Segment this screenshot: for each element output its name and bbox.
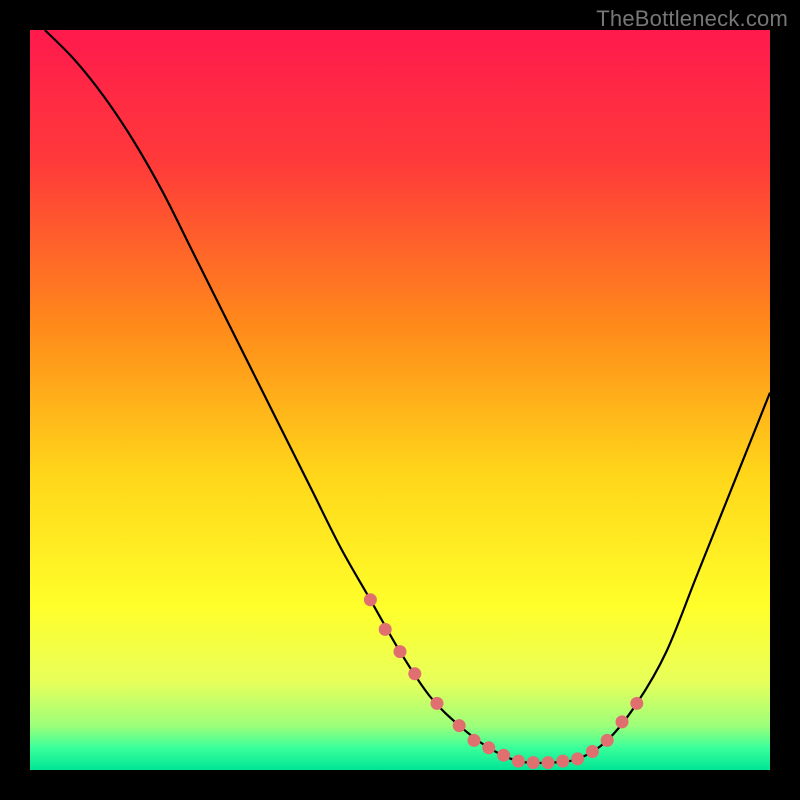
highlight-dot (512, 755, 525, 768)
highlight-dot (542, 756, 555, 769)
highlight-dot (556, 755, 569, 768)
highlight-dot (482, 741, 495, 754)
highlight-dot (497, 749, 510, 762)
gradient-background (30, 30, 770, 770)
highlight-dot (431, 697, 444, 710)
highlight-dot (527, 756, 540, 769)
highlight-dot (630, 697, 643, 710)
chart-svg (30, 30, 770, 770)
highlight-dot (453, 719, 466, 732)
highlight-dot (468, 734, 481, 747)
watermark-text: TheBottleneck.com (596, 6, 788, 32)
highlight-dot (364, 593, 377, 606)
highlight-dot (616, 715, 629, 728)
highlight-dot (379, 623, 392, 636)
highlight-dot (394, 645, 407, 658)
highlight-dot (571, 752, 584, 765)
highlight-dot (601, 734, 614, 747)
highlight-dot (408, 667, 421, 680)
highlight-dot (586, 745, 599, 758)
